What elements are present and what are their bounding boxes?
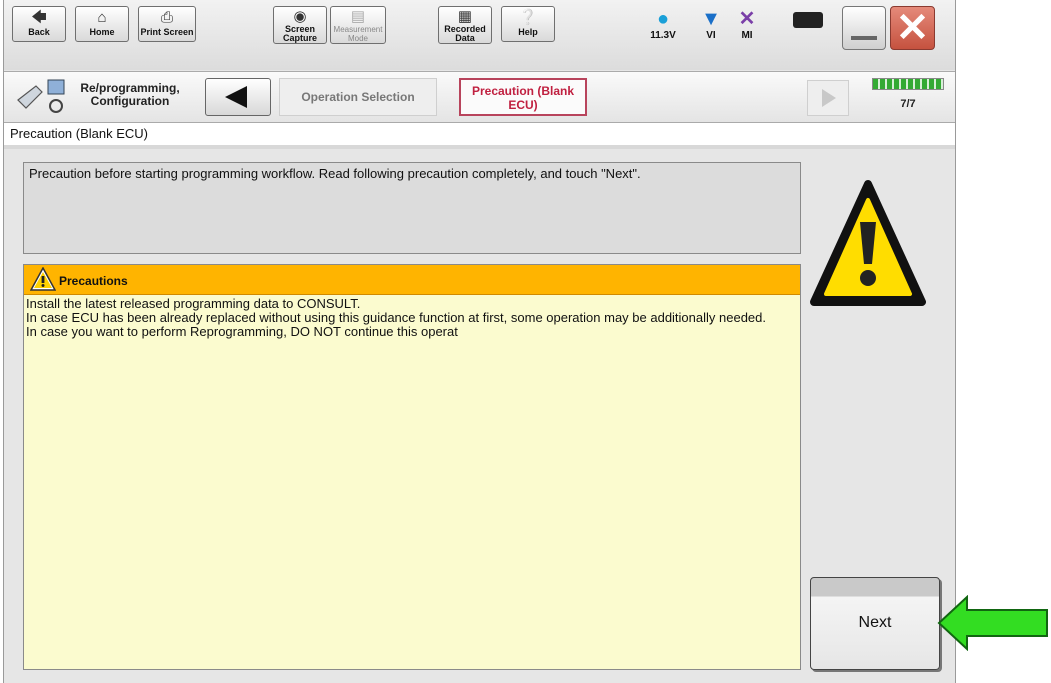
page-title: Precaution (Blank ECU) — [10, 126, 148, 141]
toolbar: 🡄 Back ⌂ Home ⎙ Print Screen ◉ Screen Ca… — [4, 0, 955, 70]
crumb-precaution-active: Precaution (Blank ECU) — [459, 78, 587, 116]
minimize-icon — [851, 36, 877, 40]
page-title-bar: Precaution (Blank ECU) — [4, 123, 955, 149]
help-button[interactable]: ❔ Help — [501, 6, 555, 42]
home-icon: ⌂ — [97, 9, 107, 26]
crumb-operation-selection[interactable]: Operation Selection — [279, 78, 437, 116]
battery-status: ● 11.3V — [644, 8, 682, 41]
precautions-panel[interactable]: Precautions Install the latest released … — [23, 264, 801, 670]
printer-icon: ⎙ — [160, 9, 173, 26]
recorded-data-icon: ▦ — [457, 8, 473, 25]
minimize-button[interactable] — [842, 6, 886, 50]
precautions-header: Precautions — [24, 265, 800, 295]
consult-window: 🡄 Back ⌂ Home ⎙ Print Screen ◉ Screen Ca… — [3, 0, 956, 683]
warning-small-icon — [30, 267, 56, 291]
print-screen-button[interactable]: ⎙ Print Screen — [138, 6, 196, 42]
vi-status: ▼ VI — [696, 8, 726, 41]
instruction-box: Precaution before starting programming w… — [23, 162, 801, 254]
breadcrumb: Re/programming, Configuration Operation … — [4, 71, 955, 123]
step-counter: 7/7 — [900, 98, 916, 110]
previous-step-button[interactable] — [205, 78, 271, 116]
back-button[interactable]: 🡄 Back — [12, 6, 66, 42]
camera-icon: ◉ — [293, 8, 307, 25]
close-button[interactable]: ✕ — [890, 6, 935, 50]
warning-icon — [810, 180, 926, 306]
triangle-right-icon — [822, 89, 836, 107]
precautions-text: Install the latest released programming … — [26, 297, 796, 339]
help-icon: ❔ — [518, 9, 538, 26]
precaution-line: In case you want to perform Reprogrammin… — [26, 324, 458, 339]
car-icon: ● — [656, 8, 670, 30]
triangle-left-icon — [225, 86, 247, 108]
precaution-line: Install the latest released programming … — [26, 296, 361, 311]
mi-status: ✕ MI — [732, 8, 762, 41]
signal-icon: ▼ — [701, 8, 721, 30]
section-label: Re/programming, Configuration — [80, 81, 180, 108]
measurement-icon: ▤ — [350, 8, 366, 25]
next-button[interactable]: Next — [810, 577, 940, 670]
back-arrow-icon: 🡄 — [31, 9, 47, 26]
step-progress-bar — [872, 78, 944, 90]
recorded-data-button[interactable]: ▦ Recorded Data — [438, 6, 492, 44]
precautions-title: Precautions — [59, 274, 128, 288]
callout-arrow-icon — [937, 595, 1048, 651]
screen-capture-button[interactable]: ◉ Screen Capture — [273, 6, 327, 44]
x-mark-icon: ✕ — [738, 8, 756, 30]
reprogramming-icon — [17, 79, 65, 113]
step-progress-fill — [873, 79, 943, 89]
measurement-mode-button[interactable]: ▤ Measurement Mode — [330, 6, 386, 44]
next-step-button — [807, 80, 849, 116]
home-button[interactable]: ⌂ Home — [75, 6, 129, 42]
connection-indicator-icon — [793, 12, 823, 28]
close-icon: ✕ — [895, 6, 930, 50]
precaution-line: In case ECU has been already replaced wi… — [26, 310, 767, 325]
